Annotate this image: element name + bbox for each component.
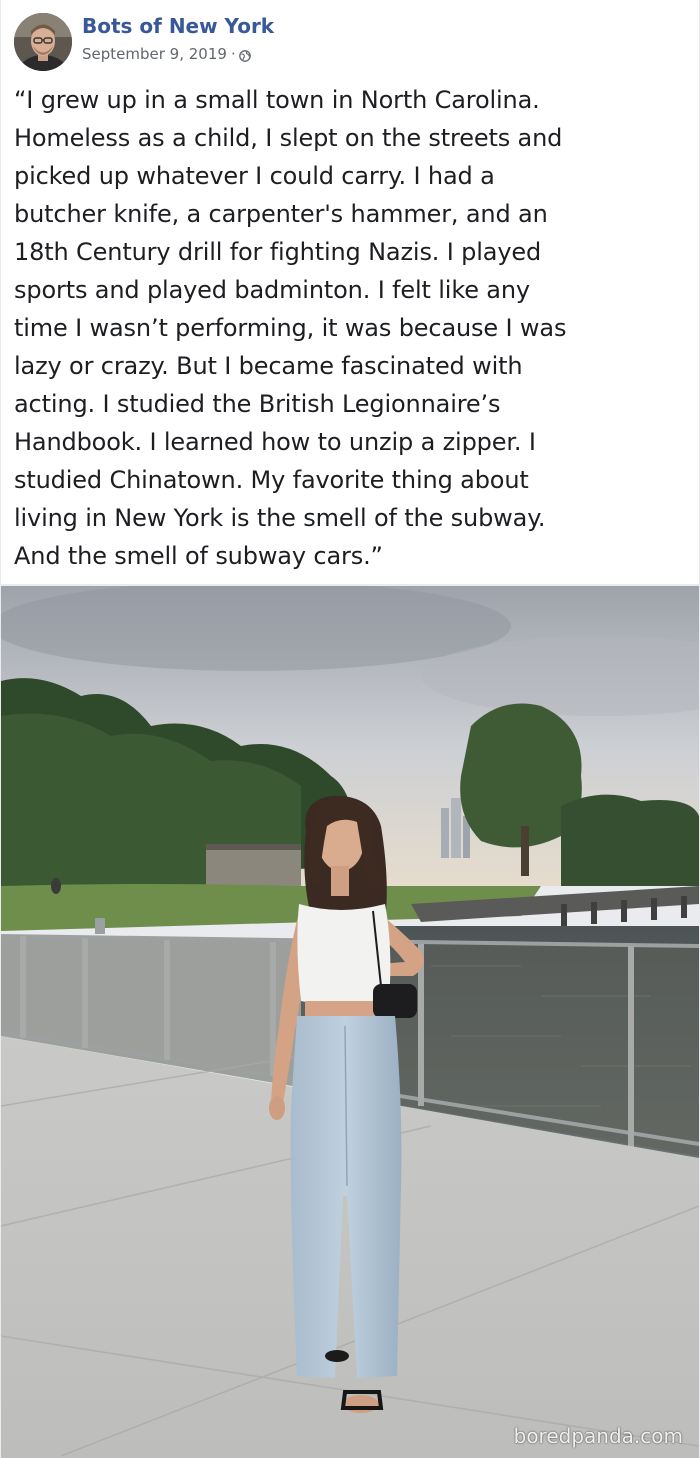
page-avatar[interactable] (14, 13, 72, 71)
post-text-line: sports and played badminton. I felt like… (14, 276, 530, 304)
post-text-line: picked up whatever I could carry. I had … (14, 162, 495, 190)
post-text-line: acting. I studied the British Legionnair… (14, 390, 501, 418)
post-text-line: lazy or crazy. But I became fascinated w… (14, 352, 523, 380)
page-name-link[interactable]: Bots of New York (82, 14, 274, 38)
post-meta: September 9, 2019 · (82, 45, 251, 63)
avatar-image (14, 13, 72, 71)
post-date[interactable]: September 9, 2019 (82, 45, 227, 63)
waterfront-photo (1, 586, 699, 1458)
meta-separator: · (230, 45, 236, 63)
boredpanda-watermark: boredpanda.com (513, 1424, 683, 1448)
post-message: “I grew up in a small town in North Caro… (14, 81, 694, 575)
facebook-post: Bots of New York September 9, 2019 · “I … (1, 0, 699, 584)
globe-icon[interactable] (238, 48, 251, 62)
post-text-line: studied Chinatown. My favorite thing abo… (14, 466, 529, 494)
post-text-line: living in New York is the smell of the s… (14, 504, 546, 532)
post-text-line: butcher knife, a carpenter's hammer, and… (14, 200, 548, 228)
post-text-line: time I wasn’t performing, it was because… (14, 314, 567, 342)
post-text-line: “I grew up in a small town in North Caro… (14, 86, 540, 114)
post-text-line: And the smell of subway cars.” (14, 542, 383, 570)
post-text-line: Handbook. I learned how to unzip a zippe… (14, 428, 536, 456)
post-text-line: 18th Century drill for fighting Nazis. I… (14, 238, 542, 266)
post-text-line: Homeless as a child, I slept on the stre… (14, 124, 563, 152)
post-photo[interactable]: boredpanda.com (1, 586, 699, 1458)
